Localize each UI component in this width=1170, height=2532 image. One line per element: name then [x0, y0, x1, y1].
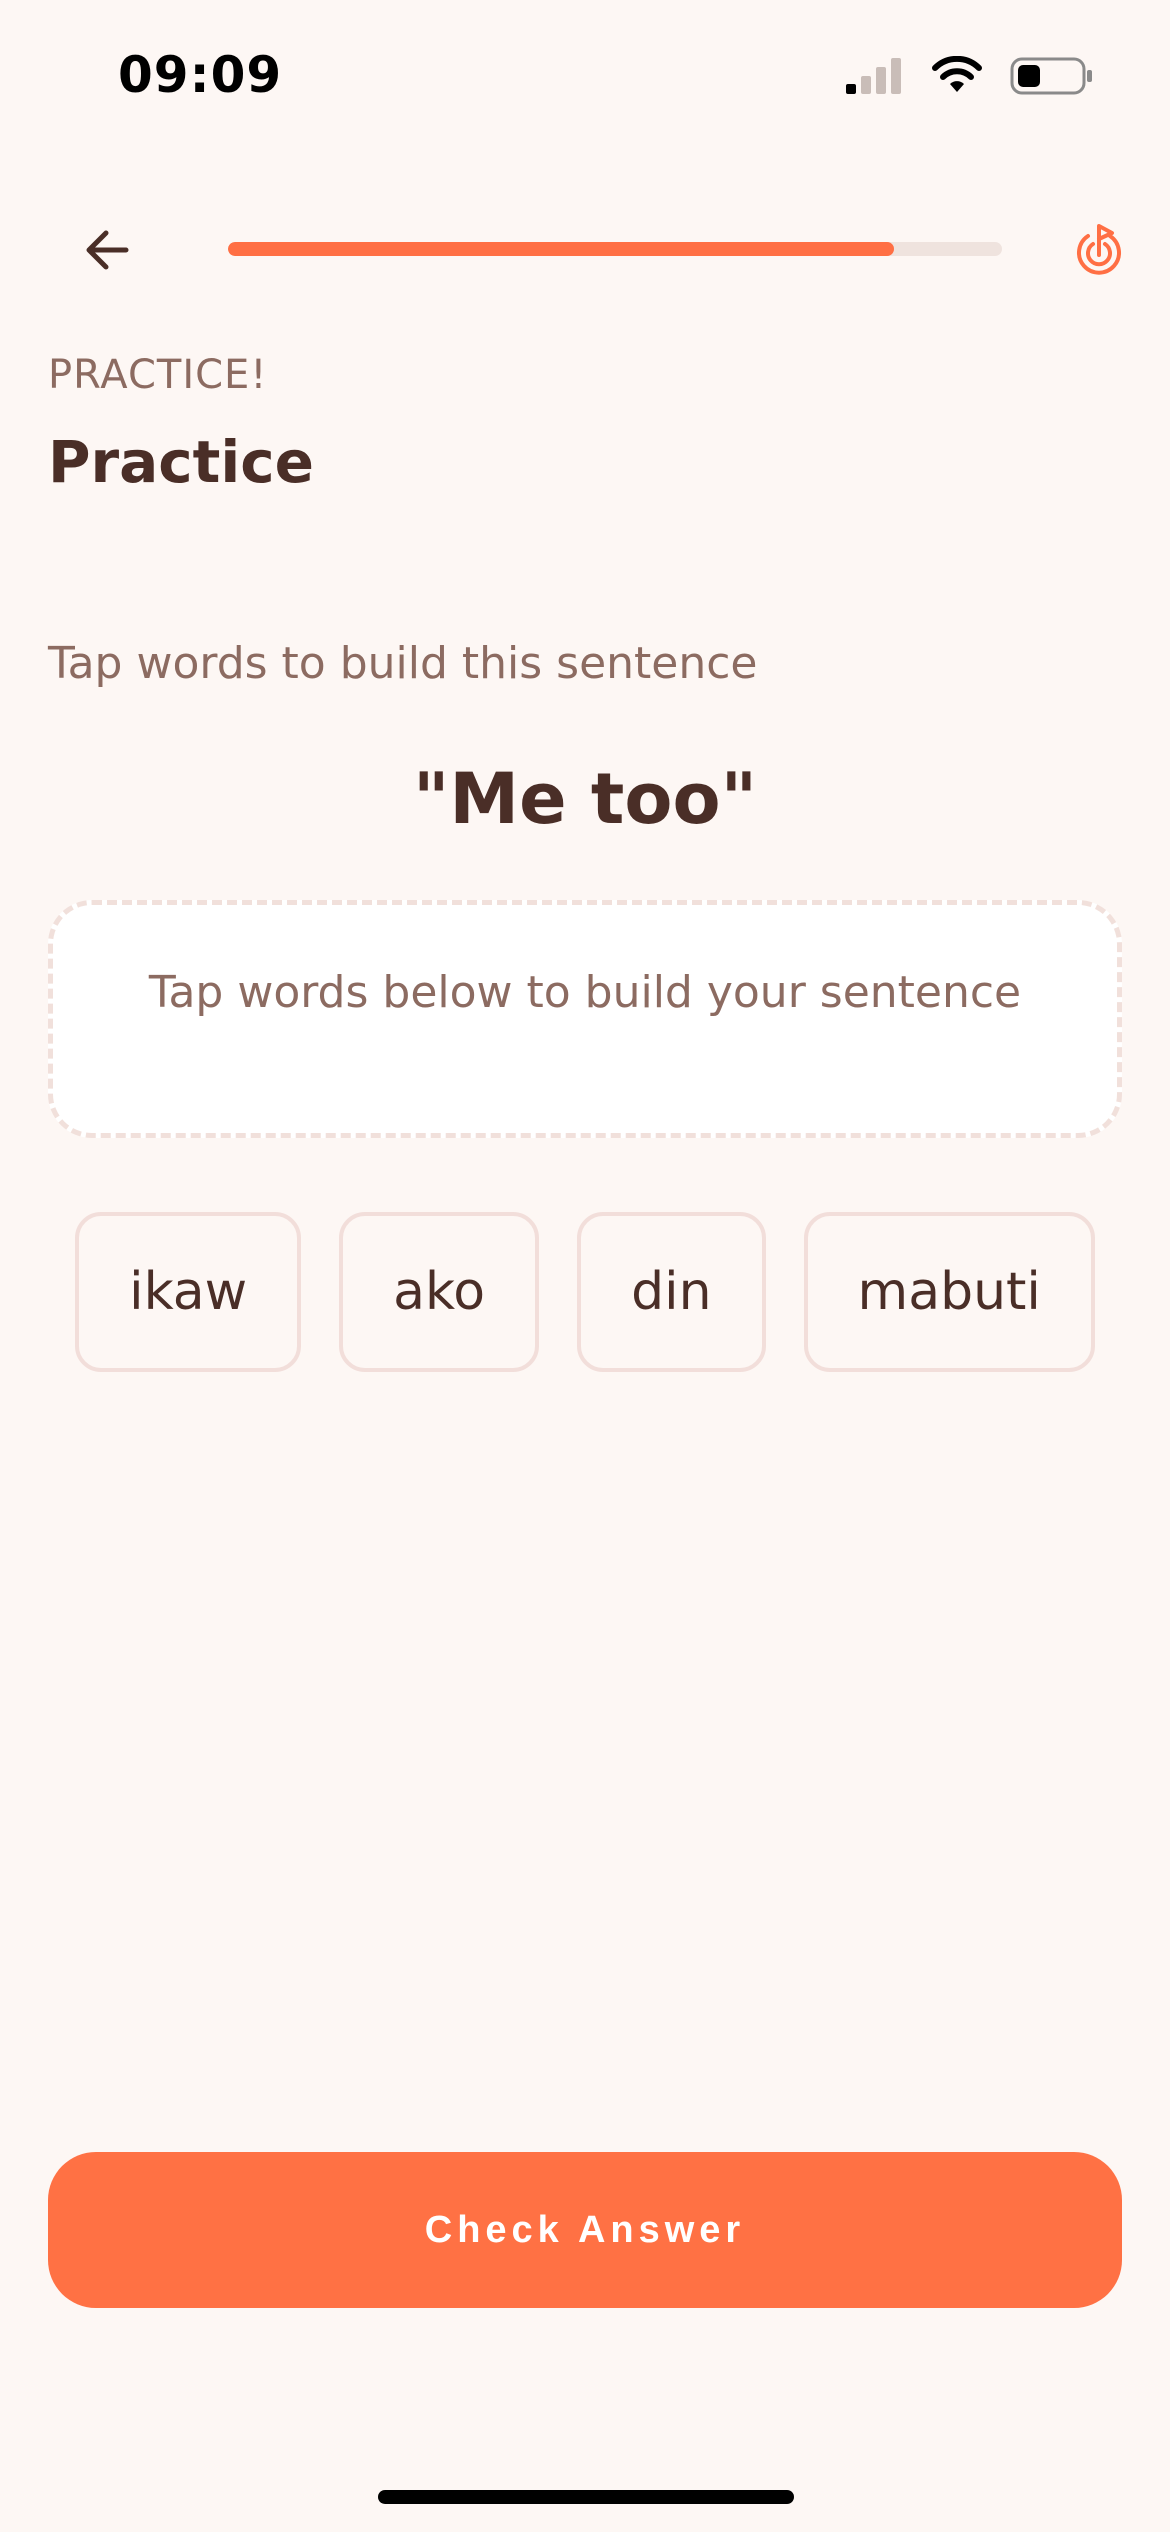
status-time: 09:09 — [118, 46, 283, 104]
practice-screen: 09:09 PRACTICE! Practice Tap words to bu… — [0, 0, 1170, 2532]
word-bank: ikaw ako din mabuti — [0, 1212, 1170, 1372]
lesson-eyebrow: PRACTICE! — [48, 352, 268, 398]
back-button[interactable] — [78, 220, 138, 280]
status-icons — [844, 56, 1094, 96]
battery-icon — [1010, 57, 1092, 95]
word-chip[interactable]: din — [577, 1212, 766, 1372]
check-answer-button[interactable]: Check Answer — [48, 2152, 1122, 2308]
answer-placeholder: Tap words below to build your sentence — [148, 967, 1022, 1018]
target-icon — [1077, 224, 1121, 275]
word-chip[interactable]: ikaw — [75, 1212, 302, 1372]
target-sentence: "Me too" — [412, 758, 758, 840]
word-chip[interactable]: ako — [339, 1212, 540, 1372]
cellular-signal-icon — [846, 58, 901, 94]
answer-drop-zone[interactable]: Tap words below to build your sentence — [48, 900, 1122, 1138]
page-title: Practice — [48, 428, 314, 496]
lesson-progress-fill — [228, 242, 894, 256]
exercise-instruction: Tap words to build this sentence — [48, 638, 758, 689]
lesson-progress-bar — [228, 242, 1002, 256]
arrow-left-icon — [86, 230, 129, 270]
word-chip[interactable]: mabuti — [803, 1212, 1095, 1372]
wifi-icon — [932, 56, 982, 92]
target-button[interactable] — [1074, 222, 1124, 276]
home-indicator[interactable] — [378, 2490, 794, 2504]
